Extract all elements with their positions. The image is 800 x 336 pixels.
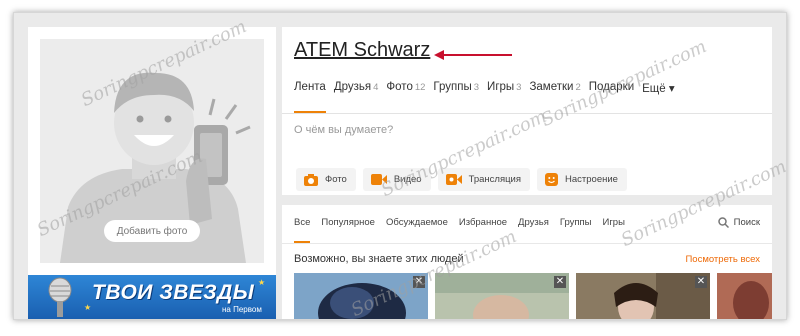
people-title: Возможно, вы знаете этих людей — [294, 253, 464, 265]
tab-groups[interactable]: Группы 3 — [433, 77, 479, 113]
microphone-icon — [48, 277, 72, 317]
feed-tabs: Все Популярное Обсуждаемое Избранное Дру… — [294, 217, 625, 243]
close-icon[interactable]: ✕ — [413, 276, 425, 288]
feed-tab-groups[interactable]: Группы — [560, 217, 592, 243]
tab-photos[interactable]: Фото 12 — [386, 77, 425, 113]
tab-games[interactable]: Игры 3 — [487, 77, 521, 113]
photo-button[interactable]: Фото — [296, 168, 356, 191]
camera-icon — [304, 173, 318, 186]
post-actions: Фото Видео Трансляция Настроение — [296, 168, 627, 191]
tab-friends[interactable]: Друзья 4 — [334, 77, 379, 113]
profile-header: ATEM Schwarz Лента Друзья 4 Фото 12 Группы… — [282, 27, 772, 113]
close-icon[interactable]: ✕ — [695, 276, 707, 288]
post-composer: О чём вы думаете? Фото Видео Трансляция — [282, 113, 772, 195]
feed-tab-favorites[interactable]: Избранное — [459, 217, 507, 243]
broadcast-button[interactable]: Трансляция — [437, 168, 531, 191]
person-card[interactable] — [717, 273, 772, 319]
feed-tab-friends[interactable]: Друзья — [518, 217, 549, 243]
person-photo — [294, 273, 428, 319]
tab-notes[interactable]: Заметки 2 — [529, 77, 580, 113]
tab-feed[interactable]: Лента — [294, 77, 326, 113]
feed-tab-popular[interactable]: Популярное — [321, 217, 375, 243]
profile-name[interactable]: ATEM Schwarz — [294, 39, 430, 62]
post-input[interactable]: О чём вы думаете? — [294, 124, 393, 136]
banner-title: ТВОИ ЗВЕЗДЫ — [92, 281, 255, 304]
banner-subtitle: на Первом — [222, 305, 262, 314]
person-card[interactable]: ✕ — [435, 273, 569, 319]
mood-button[interactable]: Настроение — [537, 168, 627, 191]
star-icon: ★ — [84, 303, 92, 312]
tab-more[interactable]: Ещё ▾ — [642, 77, 675, 113]
tab-gifts[interactable]: Подарки — [589, 77, 634, 113]
app-frame: Добавить фото ТВОИ ЗВЕЗДЫ на Первом ★ ★ … — [13, 12, 787, 320]
avatar[interactable]: Добавить фото — [40, 39, 264, 263]
person-photo — [717, 273, 772, 319]
feed-tab-games[interactable]: Игры — [603, 217, 625, 243]
person-card[interactable]: ✕ — [576, 273, 710, 319]
feed-tab-all[interactable]: Все — [294, 217, 311, 243]
search-icon — [717, 217, 729, 228]
feed-search-button[interactable]: Поиск — [717, 217, 760, 228]
star-icon: ★ — [258, 278, 266, 287]
feed-panel: Все Популярное Обсуждаемое Избранное Дру… — [282, 205, 772, 319]
person-photo — [576, 273, 710, 319]
feed-tab-discussed[interactable]: Обсуждаемое — [386, 217, 448, 243]
person-card[interactable]: ✕ — [294, 273, 428, 319]
video-icon — [370, 174, 387, 185]
profile-tabs: Лента Друзья 4 Фото 12 Группы 3 Игры 3 Замет… — [294, 77, 675, 113]
search-label: Поиск — [733, 217, 760, 228]
close-icon[interactable]: ✕ — [554, 276, 566, 288]
promo-banner[interactable]: ТВОИ ЗВЕЗДЫ на Первом ★ ★ — [28, 275, 276, 319]
divider — [282, 243, 772, 244]
video-button[interactable]: Видео — [362, 168, 431, 191]
person-photo — [435, 273, 569, 319]
smiley-icon — [545, 173, 559, 186]
add-photo-button[interactable]: Добавить фото — [104, 220, 200, 242]
broadcast-icon — [445, 174, 462, 185]
avatar-card: Добавить фото — [28, 27, 276, 275]
see-all-link[interactable]: Посмотреть всех — [685, 254, 760, 265]
annotation-arrow-icon — [434, 50, 512, 60]
